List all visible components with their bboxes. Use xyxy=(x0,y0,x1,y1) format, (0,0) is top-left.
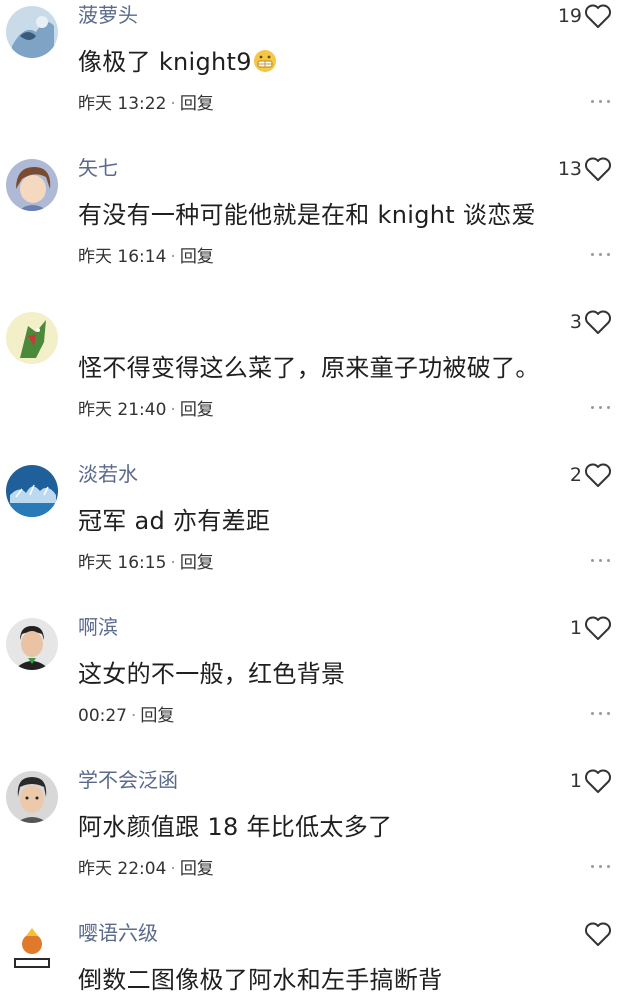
more-options-icon[interactable] xyxy=(591,865,610,868)
like-button[interactable]: 2 xyxy=(570,461,612,489)
comment-item: 啊滨 1 这女的不一般，红色背景 00:27 · 回复 xyxy=(0,612,640,765)
comment-text: 倒数二图像极了阿水和左手搞断背 xyxy=(78,966,443,994)
comment-meta: 昨天 21:40 · 回复 xyxy=(78,398,214,422)
reply-button[interactable]: 回复 xyxy=(180,400,214,420)
comment-item: 学不会泛函 1 阿水颜值跟 18 年比低太多了 昨天 22:04 · 回复 xyxy=(0,765,640,918)
like-button[interactable]: 1 xyxy=(570,614,612,642)
heart-icon[interactable] xyxy=(584,3,612,29)
heart-icon[interactable] xyxy=(584,156,612,182)
comment-text: 怪不得变得这么菜了，原来童子功被破了。 xyxy=(78,354,540,382)
like-count: 19 xyxy=(557,5,582,27)
comment-meta: 昨天 13:22 · 回复 xyxy=(78,92,214,116)
reply-button[interactable]: 回复 xyxy=(140,706,174,726)
comment-item: 3 怪不得变得这么菜了，原来童子功被破了。 昨天 21:40 · 回复 xyxy=(0,306,640,459)
separator-dot: · xyxy=(170,94,176,114)
username[interactable]: 菠萝头 xyxy=(78,0,138,30)
comment-time: 昨天 16:15 xyxy=(78,553,167,573)
avatar[interactable] xyxy=(6,6,58,58)
username[interactable]: 淡若水 xyxy=(78,459,138,489)
comment-text: 冠军 ad 亦有差距 xyxy=(78,507,271,535)
more-options-icon[interactable] xyxy=(591,100,610,103)
avatar[interactable] xyxy=(6,465,58,517)
comment-time: 昨天 16:14 xyxy=(78,247,167,267)
more-options-icon[interactable] xyxy=(591,559,610,562)
like-count: 1 xyxy=(569,617,582,639)
separator-dot: · xyxy=(170,859,176,879)
like-count: 13 xyxy=(557,158,582,180)
more-options-icon[interactable] xyxy=(591,712,610,715)
avatar[interactable] xyxy=(6,159,58,211)
comment-text: 这女的不一般，红色背景 xyxy=(78,660,346,688)
more-options-icon[interactable] xyxy=(591,253,610,256)
reply-button[interactable]: 回复 xyxy=(180,94,214,114)
grimace-emoji-icon xyxy=(253,50,276,72)
comment-item: 菠萝头 19 像极了 knight9 昨天 13:22 · 回复 xyxy=(0,0,640,153)
comment-meta: 00:27 · 回复 xyxy=(78,704,174,728)
comment-text: 阿水颜值跟 18 年比低太多了 xyxy=(78,813,393,841)
like-button[interactable] xyxy=(582,920,612,948)
heart-icon[interactable] xyxy=(584,768,612,794)
more-options-icon[interactable] xyxy=(591,406,610,409)
heart-icon[interactable] xyxy=(584,921,612,947)
comment-meta: 昨天 16:14 · 回复 xyxy=(78,245,214,269)
separator-dot: · xyxy=(170,553,176,573)
like-count: 2 xyxy=(569,464,582,486)
comment-item: 嘤语六级 倒数二图像极了阿水和左手搞断背 xyxy=(0,918,640,1007)
like-count: 1 xyxy=(569,770,582,792)
comment-time: 昨天 21:40 xyxy=(78,400,167,420)
heart-icon[interactable] xyxy=(584,309,612,335)
like-button[interactable]: 13 xyxy=(558,155,612,183)
comment-time: 00:27 xyxy=(78,706,127,726)
like-count: 3 xyxy=(569,311,582,333)
comment-meta: 昨天 22:04 · 回复 xyxy=(78,857,214,881)
comment-item: 矢七 13 有没有一种可能他就是在和 knight 谈恋爱 昨天 16:14 · 回… xyxy=(0,153,640,306)
comment-meta: 昨天 16:15 · 回复 xyxy=(78,551,214,575)
comment-text: 像极了 knight9 xyxy=(78,44,277,80)
avatar[interactable] xyxy=(6,924,58,976)
reply-button[interactable]: 回复 xyxy=(180,553,214,573)
username[interactable]: 啊滨 xyxy=(78,612,118,642)
like-button[interactable]: 19 xyxy=(558,2,612,30)
comment-text: 有没有一种可能他就是在和 knight 谈恋爱 xyxy=(78,201,536,229)
comment-item: 淡若水 2 冠军 ad 亦有差距 昨天 16:15 · 回复 xyxy=(0,459,640,612)
avatar[interactable] xyxy=(6,312,58,364)
separator-dot: · xyxy=(170,400,176,420)
separator-dot: · xyxy=(170,247,176,267)
comment-text-body: 像极了 knight9 xyxy=(78,48,252,76)
username[interactable]: 嘤语六级 xyxy=(78,918,158,948)
heart-icon[interactable] xyxy=(584,615,612,641)
comment-time: 昨天 22:04 xyxy=(78,859,167,879)
comment-time: 昨天 13:22 xyxy=(78,94,167,114)
username[interactable]: 矢七 xyxy=(78,153,118,183)
avatar[interactable] xyxy=(6,771,58,823)
like-button[interactable]: 1 xyxy=(570,767,612,795)
username[interactable]: 学不会泛函 xyxy=(78,765,178,795)
avatar[interactable] xyxy=(6,618,58,670)
like-button[interactable]: 3 xyxy=(570,308,612,336)
reply-button[interactable]: 回复 xyxy=(180,247,214,267)
reply-button[interactable]: 回复 xyxy=(180,859,214,879)
separator-dot: · xyxy=(131,706,137,726)
heart-icon[interactable] xyxy=(584,462,612,488)
